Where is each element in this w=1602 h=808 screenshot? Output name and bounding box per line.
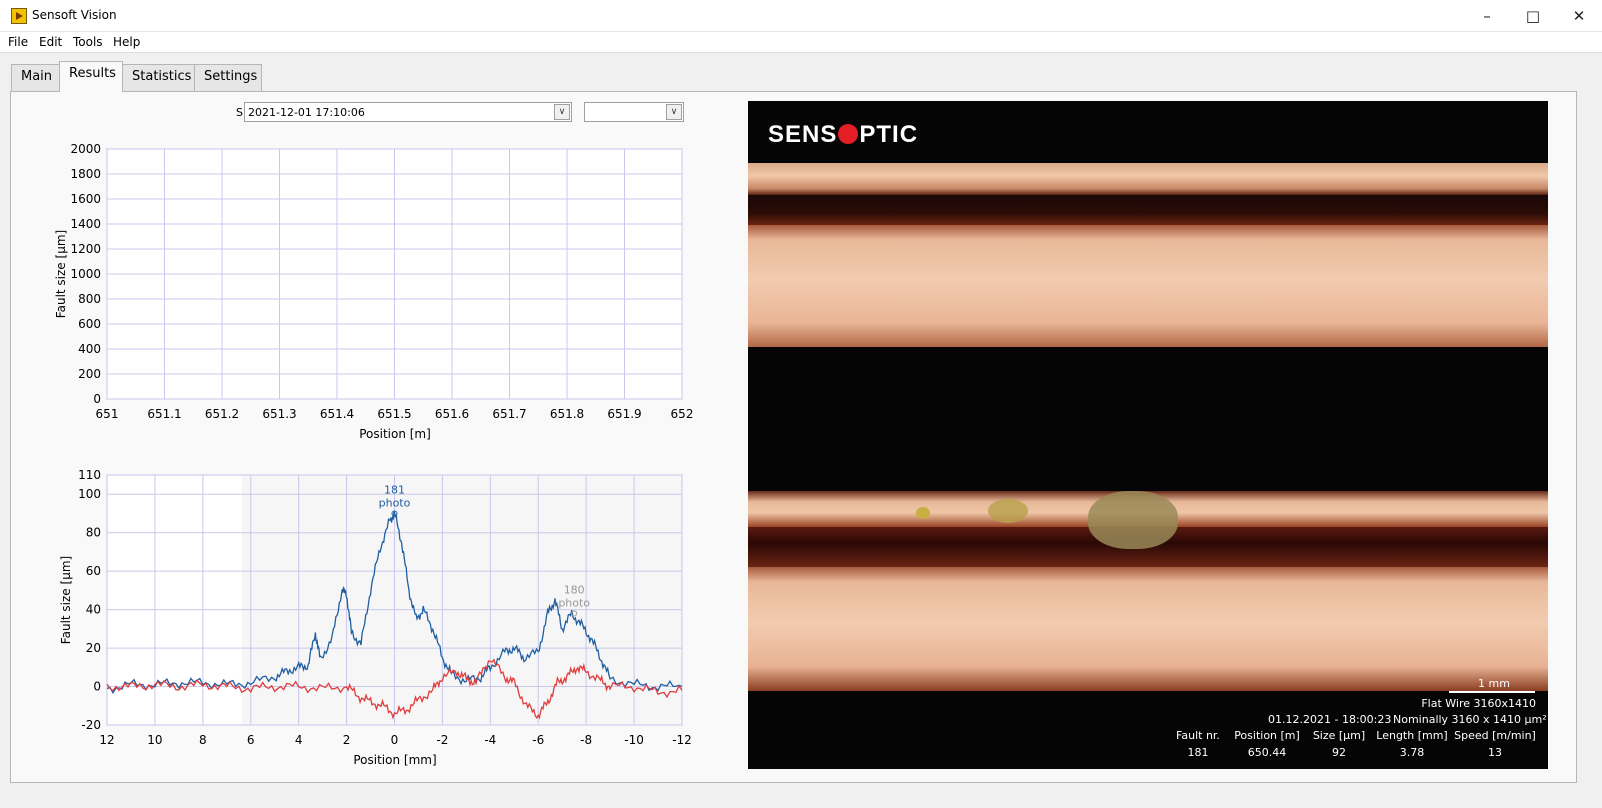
wire-gap	[748, 195, 1548, 225]
y-tick-label: 1400	[70, 217, 101, 231]
wire-strip	[748, 225, 1548, 347]
nominal-label: Nominally 3160 x 1410 µm²	[1393, 713, 1547, 726]
sensoptic-logo: SENS PTIC	[768, 121, 919, 148]
y-tick-label: 2000	[70, 142, 101, 156]
y-tick-label: 600	[78, 317, 101, 331]
value-speed: 13	[1488, 746, 1502, 759]
header-length: Length [mm]	[1376, 729, 1448, 742]
x-tick-label: 651.1	[147, 407, 181, 421]
x-tick-label: 651.6	[435, 407, 469, 421]
scale-bar	[1449, 691, 1535, 693]
y-tick-label: -20	[81, 718, 101, 732]
datetime-label: 01.12.2021 - 18:00:23	[1268, 713, 1392, 726]
header-fault-nr: Fault nr.	[1176, 729, 1220, 742]
x-tick-label: 651.2	[205, 407, 239, 421]
header-size: Size [µm]	[1312, 729, 1366, 742]
y-tick-label: 800	[78, 292, 101, 306]
x-tick-label: 8	[199, 733, 207, 747]
value-length: 3.78	[1399, 746, 1425, 759]
x-tick-label: -6	[532, 733, 544, 747]
chart1-xlabel: Position [m]	[359, 427, 431, 441]
x-tick-label: 6	[247, 733, 255, 747]
fault-info-table: Fault nr. Position [m] Size [µm] Length …	[1168, 729, 1538, 763]
chart2-xlabel: Position [mm]	[353, 753, 436, 767]
fault-image: SENS PTIC 1 mm Flat Wire 3160x1410 01.12.…	[748, 101, 1548, 769]
y-tick-label: 100	[78, 487, 101, 501]
value-position: 650.44	[1247, 746, 1287, 759]
header-position: Position [m]	[1234, 729, 1300, 742]
x-tick-label: 651.9	[607, 407, 641, 421]
y-tick-label: 1200	[70, 242, 101, 256]
y-tick-label: 0	[93, 680, 101, 694]
annotation-label: photo	[558, 596, 590, 609]
product-label: Flat Wire 3160x1410	[1421, 697, 1536, 710]
chart2-ylabel: Fault size [µm]	[59, 556, 73, 644]
maximize-button[interactable]: □	[1510, 0, 1556, 32]
tab-results[interactable]: Results	[59, 61, 123, 92]
x-tick-label: 651.7	[492, 407, 526, 421]
x-tick-label: 0	[391, 733, 399, 747]
value-fault-nr: 181	[1187, 746, 1209, 759]
annotation-label: photo	[379, 496, 411, 509]
minimize-button[interactable]: –	[1464, 0, 1510, 32]
x-tick-label: 10	[147, 733, 162, 747]
annotation-label: 181	[384, 483, 405, 496]
fault-spot	[988, 499, 1028, 523]
y-tick-label: 60	[86, 564, 101, 578]
fault-charts: 651 651.1 651.2 651.3 651.4 651.5 651.6 651.7 65…	[54, 142, 694, 767]
x-tick-label: -4	[484, 733, 496, 747]
header-speed: Speed [m/min]	[1454, 729, 1536, 742]
x-tick-label: 651.4	[320, 407, 354, 421]
x-tick-label: 12	[99, 733, 114, 747]
fault-spot	[1088, 491, 1178, 549]
x-tick-label: 4	[295, 733, 303, 747]
x-tick-label: 651	[96, 407, 119, 421]
x-tick-label: 2	[343, 733, 351, 747]
y-tick-label: 400	[78, 342, 101, 356]
x-tick-label: -12	[672, 733, 692, 747]
x-tick-label: 652	[671, 407, 694, 421]
y-tick-label: 1000	[70, 267, 101, 281]
wire-strip	[748, 163, 1548, 195]
close-button[interactable]: ✕	[1556, 0, 1602, 32]
value-size: 92	[1332, 746, 1346, 759]
x-tick-label: -10	[624, 733, 644, 747]
x-tick-label: -8	[580, 733, 592, 747]
y-tick-label: 0	[93, 392, 101, 406]
y-tick-label: 80	[86, 526, 101, 540]
x-tick-label: 651.5	[377, 407, 411, 421]
y-tick-label: 110	[78, 468, 101, 482]
y-tick-label: 1800	[70, 167, 101, 181]
chart1-ylabel: Fault size [µm]	[54, 230, 68, 318]
x-tick-label: -2	[436, 733, 448, 747]
scale-label: 1 mm	[1478, 677, 1510, 690]
y-tick-label: 20	[86, 641, 101, 655]
fault-spot	[916, 507, 930, 519]
x-tick-label: 651.3	[262, 407, 296, 421]
y-tick-label: 1600	[70, 192, 101, 206]
wire-strip	[748, 567, 1548, 691]
x-tick-label: 651.8	[550, 407, 584, 421]
y-tick-label: 40	[86, 603, 101, 617]
y-tick-label: 200	[78, 367, 101, 381]
annotation-label: 180	[564, 583, 585, 596]
